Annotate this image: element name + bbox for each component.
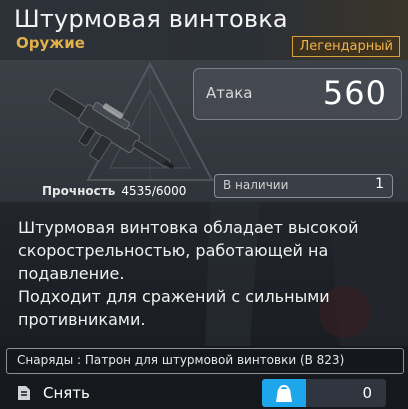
description-line: Штурмовая винтовка обладает высокой	[18, 218, 359, 237]
item-description: Штурмовая винтовка обладает высокой скор…	[0, 202, 408, 346]
description-text: Штурмовая винтовка обладает высокой скор…	[18, 216, 388, 331]
description-line: скорострельностью, работающей на	[18, 241, 329, 260]
durability-label: Прочность	[42, 184, 116, 198]
item-category: Оружие	[16, 34, 85, 52]
item-detail-card: Штурмовая винтовка Оружие Легендарный Пр…	[0, 0, 408, 409]
description-line: Подходит для сражений с сильными	[18, 287, 330, 306]
unequip-label: Снять	[43, 384, 90, 402]
bag-icon	[276, 385, 292, 402]
item-header: Штурмовая винтовка Оружие Легендарный	[0, 0, 408, 60]
item-title: Штурмовая винтовка	[14, 5, 288, 33]
quantity-field[interactable]: 0	[262, 379, 386, 407]
durability: Прочность 4535/6000	[42, 184, 186, 198]
stock-stat: В наличии 1	[214, 174, 393, 198]
unequip-icon	[18, 386, 30, 400]
attack-label: Атака	[206, 84, 253, 102]
stock-value: 1	[375, 176, 384, 192]
durability-value: 4535/6000	[121, 184, 187, 198]
ammo-info: Снаряды : Патрон для штурмовой винтовки …	[6, 348, 404, 374]
description-line: подавление.	[18, 264, 125, 283]
bag-tile	[262, 379, 306, 407]
unequip-button[interactable]: Снять	[10, 379, 130, 406]
rarity-badge: Легендарный	[292, 36, 400, 57]
ammo-text: Снаряды : Патрон для штурмовой винтовки …	[17, 353, 345, 367]
attack-stat: Атака 560	[193, 68, 402, 120]
item-preview-area: Прочность 4535/6000 Атака 560 В наличии 1	[0, 60, 408, 202]
stock-label: В наличии	[223, 178, 289, 192]
attack-value: 560	[322, 74, 387, 112]
assault-rifle-icon	[48, 88, 175, 170]
quantity-value: 0	[362, 384, 372, 402]
action-bar: Снять 0	[0, 376, 408, 409]
description-line: противниками.	[18, 310, 146, 329]
